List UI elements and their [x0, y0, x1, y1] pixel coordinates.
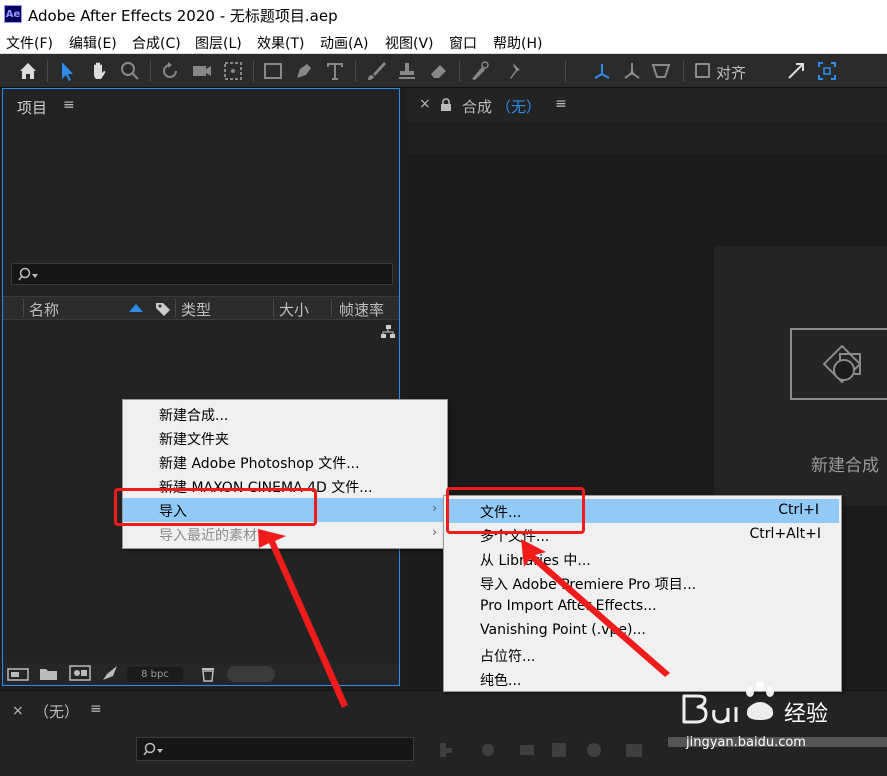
annotation-arrows	[258, 529, 670, 708]
baidu-watermark-logo: 经验	[682, 681, 828, 727]
watermark-brand-text: 经验	[784, 702, 828, 727]
watermark-url: jingyan.baidu.com	[686, 735, 806, 750]
